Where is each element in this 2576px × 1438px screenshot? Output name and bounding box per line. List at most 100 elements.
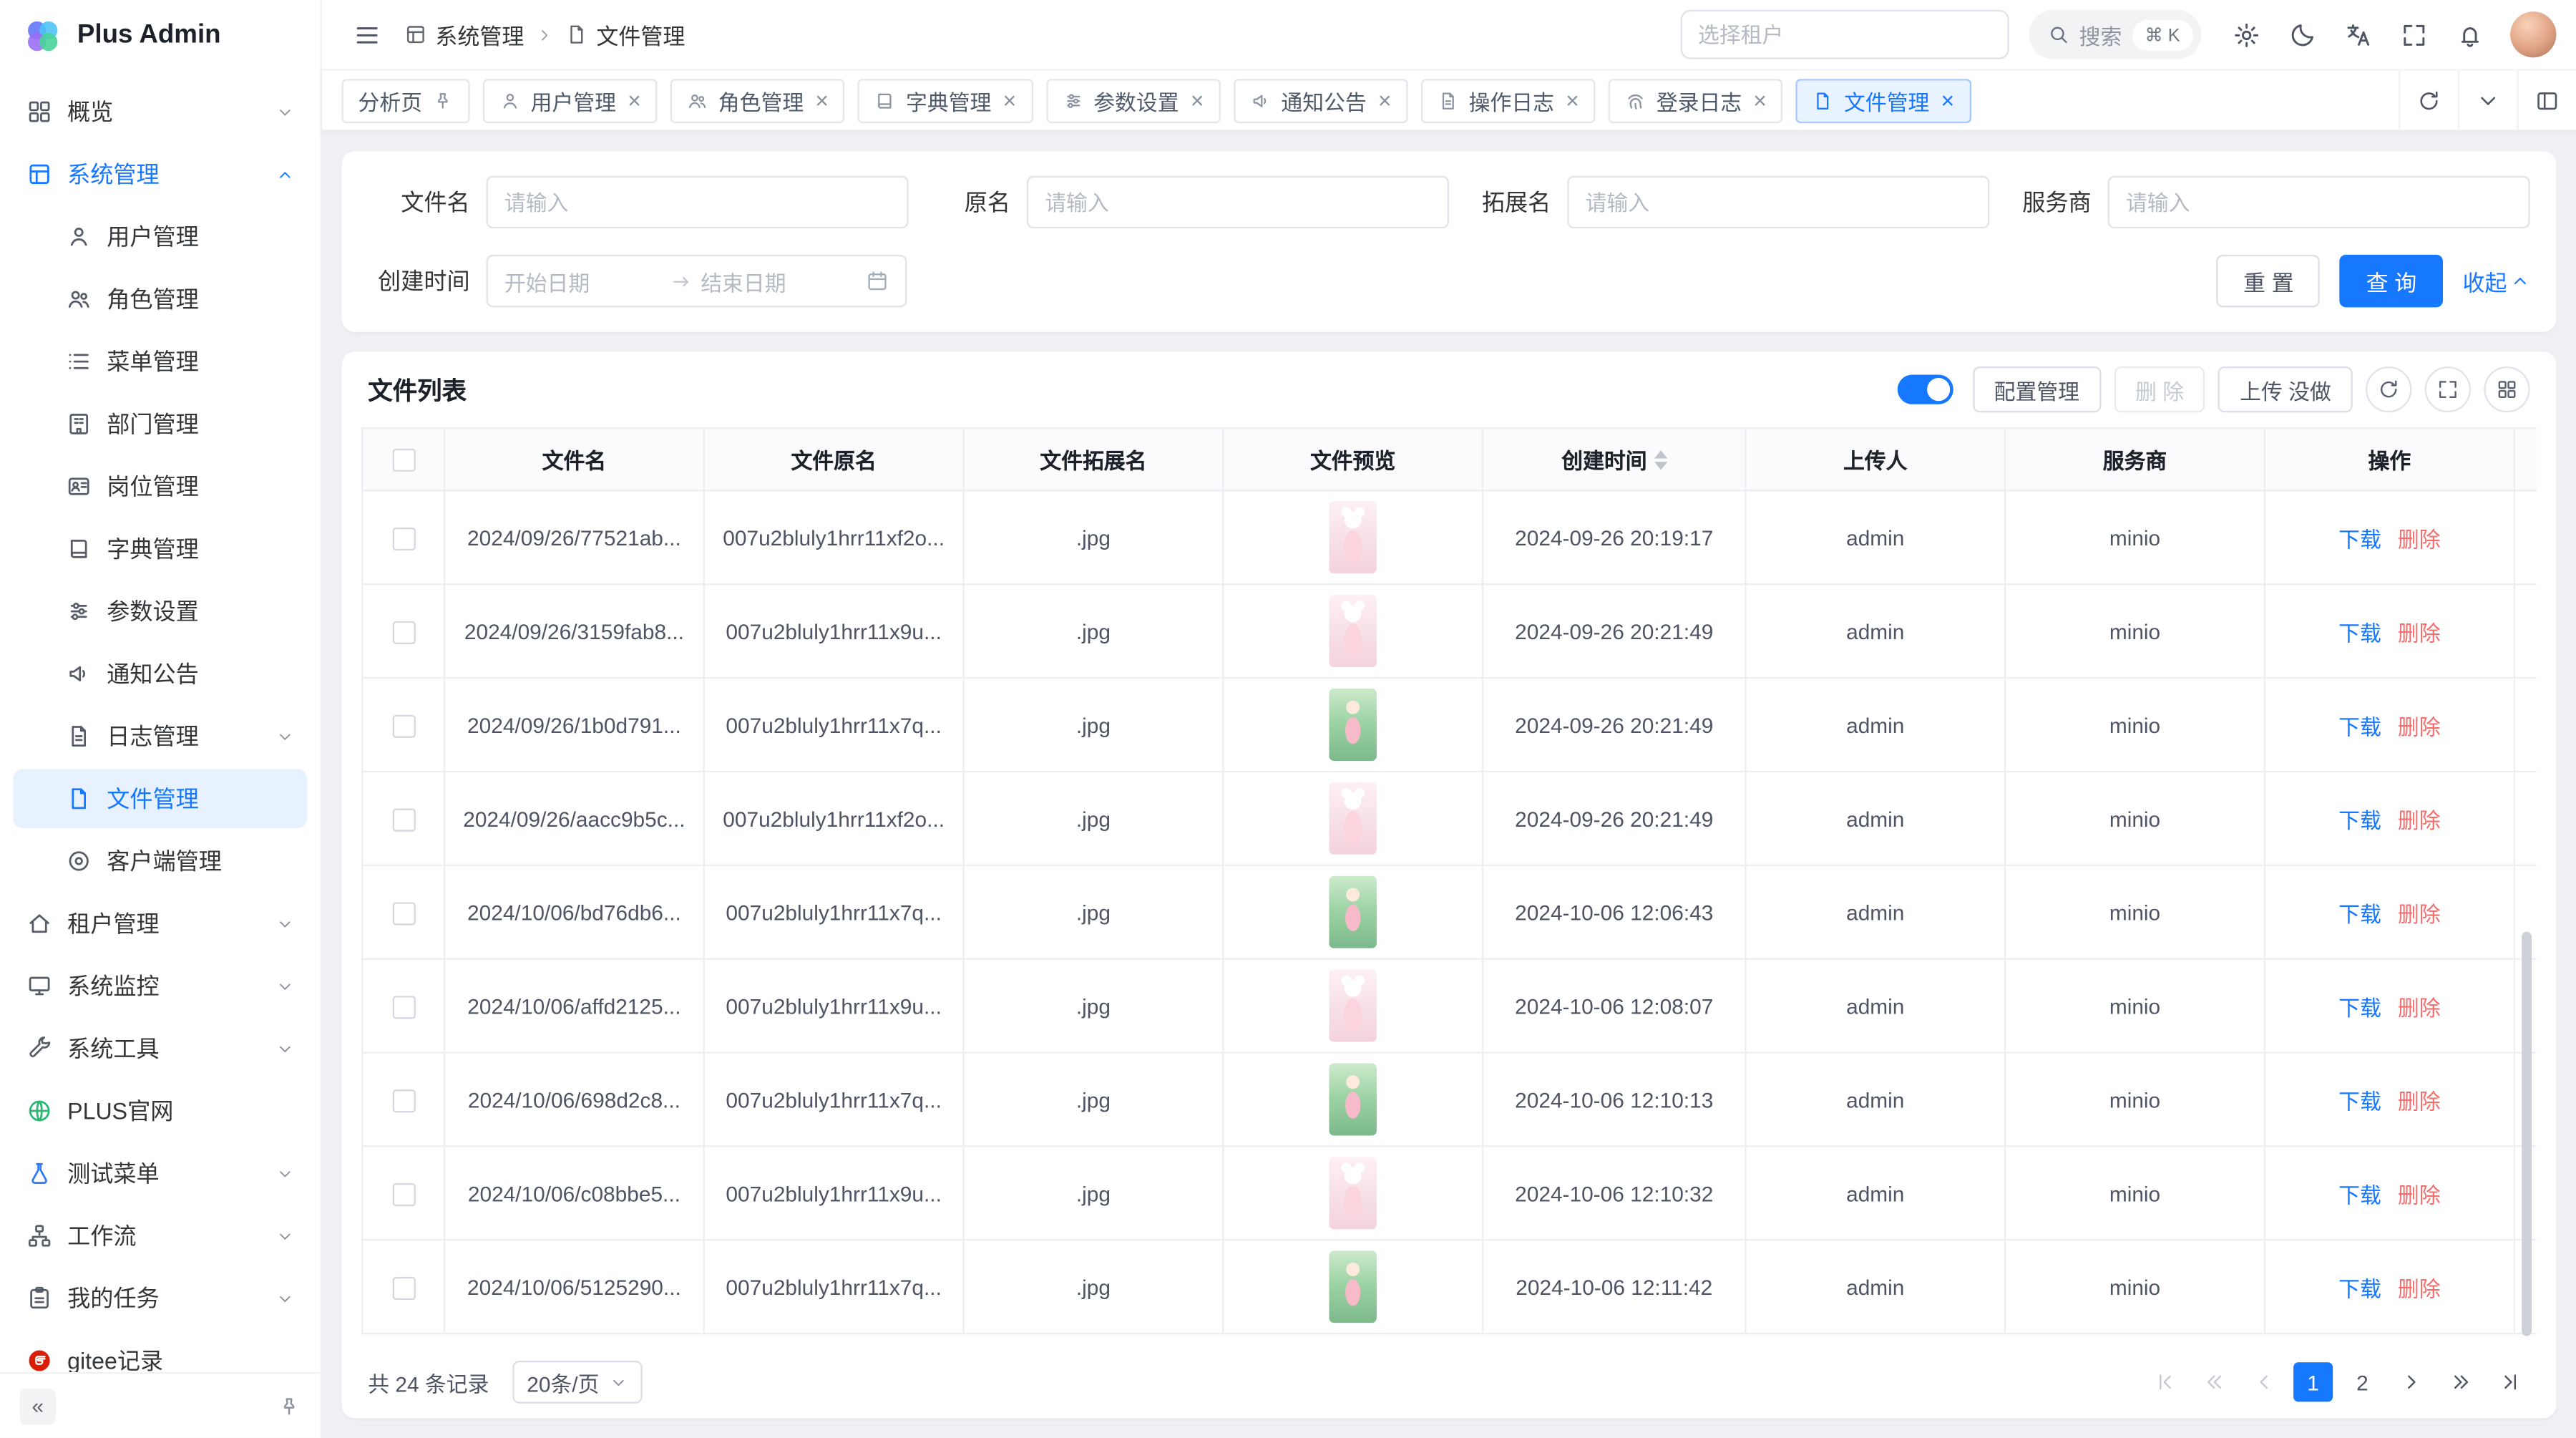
- file-preview-image[interactable]: [1329, 689, 1377, 761]
- last-page-button[interactable]: [2491, 1362, 2530, 1401]
- close-icon[interactable]: ×: [1753, 89, 1767, 112]
- user-avatar[interactable]: [2510, 11, 2556, 57]
- tab-item[interactable]: 文件管理×: [1796, 78, 1971, 122]
- row-delete-link[interactable]: 删除: [2398, 527, 2441, 551]
- sidebar-item-logs[interactable]: 日志管理: [13, 706, 307, 766]
- download-link[interactable]: 下载: [2338, 527, 2381, 551]
- sidebar-item-my-tasks[interactable]: 我的任务: [13, 1268, 307, 1328]
- file-preview-image[interactable]: [1329, 595, 1377, 667]
- download-link[interactable]: 下载: [2338, 714, 2381, 739]
- row-checkbox[interactable]: [392, 621, 415, 643]
- filter-input-0[interactable]: [487, 176, 909, 228]
- global-search[interactable]: 搜索 ⌘ K: [2028, 10, 2201, 59]
- sidebar-item-menus[interactable]: 菜单管理: [13, 332, 307, 392]
- close-icon[interactable]: ×: [815, 89, 829, 112]
- sidebar-item-clients[interactable]: 客户端管理: [13, 832, 307, 891]
- tab-item[interactable]: 参数设置×: [1046, 78, 1221, 122]
- tab-item[interactable]: 角色管理×: [670, 78, 845, 122]
- query-button[interactable]: 查 询: [2340, 255, 2443, 307]
- row-delete-link[interactable]: 删除: [2398, 995, 2441, 1019]
- toggle-switch[interactable]: [1897, 374, 1953, 404]
- download-link[interactable]: 下载: [2338, 1089, 2381, 1113]
- tab-item[interactable]: 分析页: [342, 78, 470, 122]
- tab-item[interactable]: 登录日志×: [1609, 78, 1783, 122]
- download-link[interactable]: 下载: [2338, 621, 2381, 645]
- row-delete-link[interactable]: 删除: [2398, 621, 2441, 645]
- sidebar-item-system[interactable]: 系统管理: [13, 145, 307, 204]
- row-checkbox[interactable]: [392, 808, 415, 831]
- row-checkbox[interactable]: [392, 996, 415, 1019]
- tab-menu-icon[interactable]: [2458, 71, 2517, 130]
- file-preview-image[interactable]: [1329, 1157, 1377, 1229]
- file-preview-image[interactable]: [1329, 876, 1377, 948]
- download-link[interactable]: 下载: [2338, 901, 2381, 926]
- page-number-button-2[interactable]: 2: [2343, 1362, 2382, 1401]
- sidebar-item-overview[interactable]: 概览: [13, 82, 307, 142]
- close-icon[interactable]: ×: [1941, 89, 1954, 112]
- sidebar-item-plus-site[interactable]: PLUS官网: [13, 1082, 307, 1141]
- sidebar-item-workflow[interactable]: 工作流: [13, 1206, 307, 1265]
- sidebar-item-posts[interactable]: 岗位管理: [13, 457, 307, 516]
- row-checkbox[interactable]: [392, 1183, 415, 1206]
- sidebar-item-test-menu[interactable]: 测试菜单: [13, 1144, 307, 1203]
- prev-pages-button[interactable]: [2195, 1362, 2234, 1401]
- sidebar-item-tenants[interactable]: 租户管理: [13, 894, 307, 953]
- sidebar-item-params[interactable]: 参数设置: [13, 582, 307, 641]
- row-checkbox[interactable]: [392, 714, 415, 737]
- download-link[interactable]: 下载: [2338, 995, 2381, 1019]
- refresh-page-icon[interactable]: [2399, 71, 2458, 130]
- pin-icon[interactable]: [278, 1394, 301, 1417]
- delete-button[interactable]: 删 除: [2114, 366, 2205, 412]
- date-range-picker[interactable]: 开始日期 结束日期: [487, 255, 907, 307]
- sidebar-item-roles[interactable]: 角色管理: [13, 270, 307, 329]
- sidebar-collapse-button[interactable]: «: [20, 1388, 57, 1424]
- expand-table-icon[interactable]: [2425, 366, 2471, 412]
- tab-item[interactable]: 操作日志×: [1421, 78, 1596, 122]
- row-checkbox[interactable]: [392, 1276, 415, 1299]
- config-button[interactable]: 配置管理: [1973, 366, 2101, 412]
- close-icon[interactable]: ×: [1566, 89, 1579, 112]
- download-link[interactable]: 下载: [2338, 1276, 2381, 1301]
- file-preview-image[interactable]: [1329, 1063, 1377, 1135]
- page-number-button-1[interactable]: 1: [2293, 1362, 2333, 1401]
- close-icon[interactable]: ×: [1003, 89, 1017, 112]
- sidebar-item-files[interactable]: 文件管理: [13, 769, 307, 828]
- reset-button[interactable]: 重 置: [2217, 255, 2320, 307]
- sidebar-item-notices[interactable]: 通知公告: [13, 644, 307, 704]
- next-page-button[interactable]: [2392, 1362, 2431, 1401]
- row-delete-link[interactable]: 删除: [2398, 1089, 2441, 1113]
- file-preview-image[interactable]: [1329, 501, 1377, 573]
- menu-toggle-button[interactable]: [342, 10, 391, 59]
- language-icon[interactable]: [2333, 10, 2382, 59]
- tenant-input[interactable]: [1680, 10, 2009, 59]
- sidebar-item-users[interactable]: 用户管理: [13, 207, 307, 266]
- row-checkbox[interactable]: [392, 527, 415, 550]
- close-icon[interactable]: ×: [1191, 89, 1204, 112]
- file-preview-image[interactable]: [1329, 970, 1377, 1042]
- dark-mode-icon[interactable]: [2277, 10, 2326, 59]
- row-checkbox[interactable]: [392, 902, 415, 925]
- close-icon[interactable]: ×: [1378, 89, 1392, 112]
- sidebar-item-departments[interactable]: 部门管理: [13, 394, 307, 454]
- tab-item[interactable]: 字典管理×: [858, 78, 1033, 122]
- sidebar-item-monitor[interactable]: 系统监控: [13, 956, 307, 1016]
- sidebar-item-gitee[interactable]: gitee记录: [13, 1331, 307, 1372]
- app-logo[interactable]: Plus Admin: [0, 0, 321, 72]
- filter-input-3[interactable]: [2108, 176, 2530, 228]
- download-link[interactable]: 下载: [2338, 1182, 2381, 1207]
- notifications-icon[interactable]: [2444, 10, 2494, 59]
- filter-input-2[interactable]: [1567, 176, 1989, 228]
- row-delete-link[interactable]: 删除: [2398, 901, 2441, 926]
- next-pages-button[interactable]: [2441, 1362, 2481, 1401]
- first-page-button[interactable]: [2145, 1362, 2185, 1401]
- refresh-table-icon[interactable]: [2366, 366, 2411, 412]
- settings-icon[interactable]: [2221, 10, 2270, 59]
- row-checkbox[interactable]: [392, 1089, 415, 1112]
- file-preview-image[interactable]: [1329, 782, 1377, 855]
- tab-item[interactable]: 通知公告×: [1234, 78, 1408, 122]
- filter-input-1[interactable]: [1027, 176, 1449, 228]
- table-scrollbar[interactable]: [2522, 933, 2532, 1337]
- prev-page-button[interactable]: [2244, 1362, 2283, 1401]
- download-link[interactable]: 下载: [2338, 807, 2381, 832]
- tab-item[interactable]: 用户管理×: [483, 78, 658, 122]
